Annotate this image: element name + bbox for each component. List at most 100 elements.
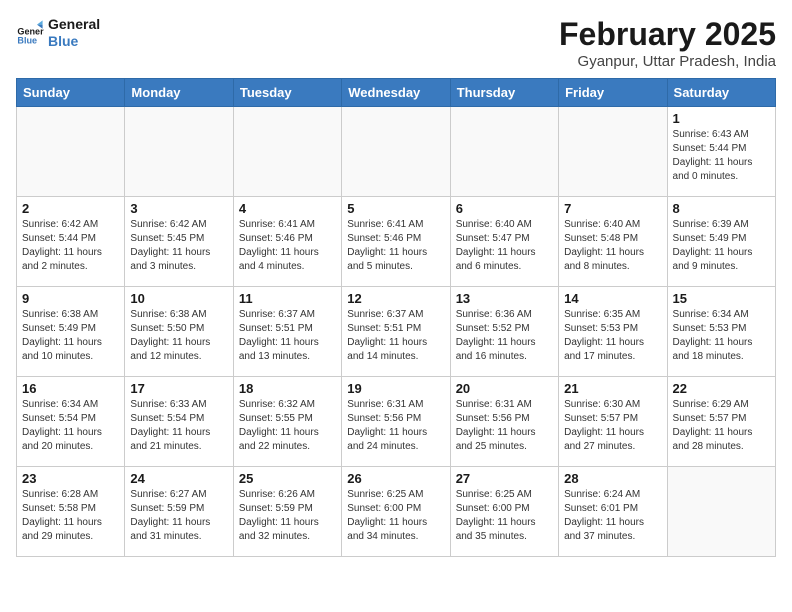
day-number: 23 — [22, 471, 119, 486]
day-info: Sunrise: 6:31 AMSunset: 5:56 PMDaylight:… — [347, 398, 444, 454]
day-number: 7 — [564, 201, 661, 216]
day-number: 4 — [239, 201, 336, 216]
day-number: 12 — [347, 291, 444, 306]
calendar-cell: 2 Sunrise: 6:42 AMSunset: 5:44 PMDaylight… — [17, 197, 125, 287]
day-info: Sunrise: 6:26 AMSunset: 5:59 PMDaylight:… — [239, 488, 336, 544]
day-number: 11 — [239, 291, 336, 306]
calendar-cell: 1 Sunrise: 6:43 AMSunset: 5:44 PMDaylight… — [667, 107, 775, 197]
calendar-cell: 9 Sunrise: 6:38 AMSunset: 5:49 PMDaylight… — [17, 287, 125, 377]
day-info: Sunrise: 6:31 AMSunset: 5:56 PMDaylight:… — [456, 398, 553, 454]
logo: General Blue General Blue — [16, 16, 100, 50]
calendar-week-3: 9 Sunrise: 6:38 AMSunset: 5:49 PMDaylight… — [17, 287, 776, 377]
day-number: 9 — [22, 291, 119, 306]
day-number: 15 — [673, 291, 770, 306]
day-number: 13 — [456, 291, 553, 306]
calendar-cell: 21Sunrise: 6:30 AMSunset: 5:57 PMDayligh… — [559, 377, 667, 467]
calendar-cell — [17, 107, 125, 197]
calendar-cell: 18Sunrise: 6:32 AMSunset: 5:55 PMDayligh… — [233, 377, 341, 467]
day-number: 14 — [564, 291, 661, 306]
day-info: Sunrise: 6:28 AMSunset: 5:58 PMDaylight:… — [22, 488, 119, 544]
calendar-cell: 22 Sunrise: 6:29 AMSunset: 5:57 PMDayligh… — [667, 377, 775, 467]
calendar-table: Sunday Monday Tuesday Wednesday Thursday… — [16, 78, 776, 557]
title-block: February 2025 Gyanpur, Uttar Pradesh, In… — [559, 16, 776, 70]
day-info: Sunrise: 6:34 AMSunset: 5:53 PMDaylight:… — [673, 308, 770, 364]
day-number: 3 — [130, 201, 227, 216]
calendar-cell: 17Sunrise: 6:33 AMSunset: 5:54 PMDayligh… — [125, 377, 233, 467]
day-info: Sunrise: 6:41 AMSunset: 5:46 PMDaylight:… — [239, 218, 336, 274]
day-info: Sunrise: 6:42 AMSunset: 5:45 PMDaylight:… — [130, 218, 227, 274]
calendar-cell: 13 Sunrise: 6:36 AMSunset: 5:52 PMDayligh… — [450, 287, 558, 377]
calendar-cell — [559, 107, 667, 197]
calendar-cell: 11 Sunrise: 6:37 AMSunset: 5:51 PMDayligh… — [233, 287, 341, 377]
day-number: 10 — [130, 291, 227, 306]
day-number: 22 — [673, 381, 770, 396]
day-info: Sunrise: 6:41 AMSunset: 5:46 PMDaylight:… — [347, 218, 444, 274]
day-info: Sunrise: 6:37 AMSunset: 5:51 PMDaylight:… — [347, 308, 444, 364]
header-monday: Monday — [125, 79, 233, 107]
day-info: Sunrise: 6:35 AMSunset: 5:53 PMDaylight:… — [564, 308, 661, 364]
calendar-week-4: 16 Sunrise: 6:34 AMSunset: 5:54 PMDayligh… — [17, 377, 776, 467]
svg-text:Blue: Blue — [17, 35, 37, 45]
calendar-cell — [233, 107, 341, 197]
header-thursday: Thursday — [450, 79, 558, 107]
calendar-week-1: 1 Sunrise: 6:43 AMSunset: 5:44 PMDaylight… — [17, 107, 776, 197]
calendar-cell: 19 Sunrise: 6:31 AMSunset: 5:56 PMDayligh… — [342, 377, 450, 467]
calendar-cell: 10 Sunrise: 6:38 AMSunset: 5:50 PMDayligh… — [125, 287, 233, 377]
calendar-cell: 26 Sunrise: 6:25 AMSunset: 6:00 PMDayligh… — [342, 467, 450, 557]
day-number: 8 — [673, 201, 770, 216]
day-number: 20 — [456, 381, 553, 396]
day-number: 25 — [239, 471, 336, 486]
day-info: Sunrise: 6:27 AMSunset: 5:59 PMDaylight:… — [130, 488, 227, 544]
day-info: Sunrise: 6:36 AMSunset: 5:52 PMDaylight:… — [456, 308, 553, 364]
day-info: Sunrise: 6:43 AMSunset: 5:44 PMDaylight:… — [673, 128, 770, 184]
day-number: 26 — [347, 471, 444, 486]
day-info: Sunrise: 6:40 AMSunset: 5:48 PMDaylight:… — [564, 218, 661, 274]
header: General Blue General Blue February 2025 … — [16, 16, 776, 70]
header-friday: Friday — [559, 79, 667, 107]
calendar-cell — [667, 467, 775, 557]
day-info: Sunrise: 6:34 AMSunset: 5:54 PMDaylight:… — [22, 398, 119, 454]
day-number: 28 — [564, 471, 661, 486]
day-number: 1 — [673, 111, 770, 126]
calendar-cell: 28 Sunrise: 6:24 AMSunset: 6:01 PMDayligh… — [559, 467, 667, 557]
day-info: Sunrise: 6:29 AMSunset: 5:57 PMDaylight:… — [673, 398, 770, 454]
day-number: 2 — [22, 201, 119, 216]
header-sunday: Sunday — [17, 79, 125, 107]
calendar-cell: 27Sunrise: 6:25 AMSunset: 6:00 PMDayligh… — [450, 467, 558, 557]
logo-icon: General Blue — [16, 19, 44, 47]
day-number: 16 — [22, 381, 119, 396]
calendar-cell: 20 Sunrise: 6:31 AMSunset: 5:56 PMDayligh… — [450, 377, 558, 467]
calendar-cell: 15 Sunrise: 6:34 AMSunset: 5:53 PMDayligh… — [667, 287, 775, 377]
day-info: Sunrise: 6:38 AMSunset: 5:49 PMDaylight:… — [22, 308, 119, 364]
day-info: Sunrise: 6:24 AMSunset: 6:01 PMDaylight:… — [564, 488, 661, 544]
calendar-title: February 2025 — [559, 16, 776, 53]
day-headers: Sunday Monday Tuesday Wednesday Thursday… — [17, 79, 776, 107]
calendar-cell — [450, 107, 558, 197]
day-info: Sunrise: 6:37 AMSunset: 5:51 PMDaylight:… — [239, 308, 336, 364]
calendar-cell: 24 Sunrise: 6:27 AMSunset: 5:59 PMDayligh… — [125, 467, 233, 557]
day-info: Sunrise: 6:25 AMSunset: 6:00 PMDaylight:… — [347, 488, 444, 544]
day-info: Sunrise: 6:42 AMSunset: 5:44 PMDaylight:… — [22, 218, 119, 274]
day-info: Sunrise: 6:38 AMSunset: 5:50 PMDaylight:… — [130, 308, 227, 364]
calendar-cell: 14 Sunrise: 6:35 AMSunset: 5:53 PMDayligh… — [559, 287, 667, 377]
calendar-cell: 4 Sunrise: 6:41 AMSunset: 5:46 PMDaylight… — [233, 197, 341, 287]
calendar-cell — [342, 107, 450, 197]
day-number: 19 — [347, 381, 444, 396]
calendar-cell: 5Sunrise: 6:41 AMSunset: 5:46 PMDaylight… — [342, 197, 450, 287]
calendar-cell — [125, 107, 233, 197]
day-number: 6 — [456, 201, 553, 216]
calendar-cell: 25 Sunrise: 6:26 AMSunset: 5:59 PMDayligh… — [233, 467, 341, 557]
header-tuesday: Tuesday — [233, 79, 341, 107]
calendar-week-5: 23 Sunrise: 6:28 AMSunset: 5:58 PMDayligh… — [17, 467, 776, 557]
calendar-cell: 12 Sunrise: 6:37 AMSunset: 5:51 PMDayligh… — [342, 287, 450, 377]
calendar-week-2: 2 Sunrise: 6:42 AMSunset: 5:44 PMDaylight… — [17, 197, 776, 287]
logo-general: General — [48, 16, 100, 32]
day-info: Sunrise: 6:40 AMSunset: 5:47 PMDaylight:… — [456, 218, 553, 274]
header-saturday: Saturday — [667, 79, 775, 107]
calendar-cell: 6 Sunrise: 6:40 AMSunset: 5:47 PMDaylight… — [450, 197, 558, 287]
logo-blue: Blue — [48, 33, 78, 49]
day-number: 27 — [456, 471, 553, 486]
day-number: 24 — [130, 471, 227, 486]
calendar-cell: 3 Sunrise: 6:42 AMSunset: 5:45 PMDaylight… — [125, 197, 233, 287]
day-info: Sunrise: 6:32 AMSunset: 5:55 PMDaylight:… — [239, 398, 336, 454]
